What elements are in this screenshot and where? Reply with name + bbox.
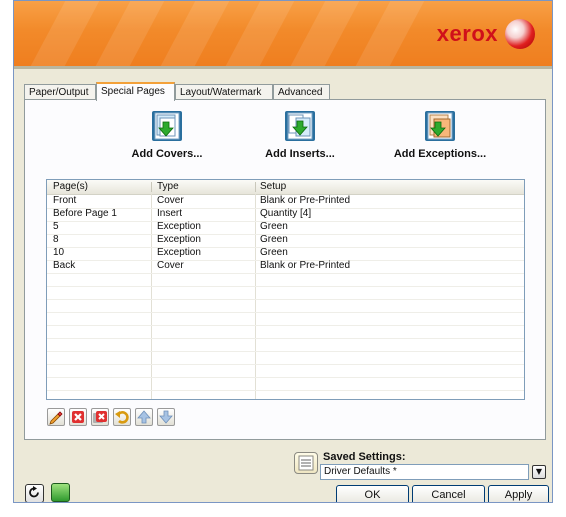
printer-status-button[interactable] xyxy=(51,483,70,502)
delete-icon xyxy=(72,411,84,423)
refresh-icon xyxy=(29,486,39,498)
empty-row xyxy=(47,286,524,300)
cell-setup: Quantity [4] xyxy=(260,208,312,219)
saved-settings-icon[interactable] xyxy=(294,452,318,474)
table-row[interactable]: 5 Exception Green xyxy=(47,221,524,235)
cell-pages: Front xyxy=(53,195,77,206)
add-covers-button[interactable]: Add Covers... xyxy=(122,110,212,160)
cell-type: Exception xyxy=(157,234,201,245)
add-covers-icon xyxy=(151,110,183,142)
add-exceptions-icon xyxy=(424,110,456,142)
cell-pages: 5 xyxy=(53,221,59,232)
table-row[interactable]: 8 Exception Green xyxy=(47,234,524,248)
cell-type: Cover xyxy=(157,260,184,271)
xerox-logo: xerox xyxy=(436,21,498,46)
cell-type: Exception xyxy=(157,221,201,232)
edit-icon xyxy=(49,411,63,425)
tab-advanced[interactable]: Advanced xyxy=(273,84,330,100)
table-header: Page(s) Type Setup xyxy=(47,180,524,195)
apply-button[interactable]: Apply xyxy=(488,485,549,502)
add-exceptions-label: Add Exceptions... xyxy=(393,148,487,160)
xerox-sphere-icon xyxy=(505,19,535,49)
ok-button[interactable]: OK xyxy=(336,485,409,502)
cell-pages: Back xyxy=(53,260,76,271)
empty-row xyxy=(47,312,524,326)
brand-banner: xerox xyxy=(14,1,552,66)
cell-type: Cover xyxy=(157,195,184,206)
move-down-icon xyxy=(159,410,173,424)
table-row[interactable]: 10 Exception Green xyxy=(47,247,524,261)
empty-row xyxy=(47,377,524,391)
table-row[interactable]: Before Page 1 Insert Quantity [4] xyxy=(47,208,524,222)
cell-type: Exception xyxy=(157,247,201,258)
add-inserts-icon xyxy=(284,110,316,142)
banner-divider xyxy=(14,66,552,69)
edit-button[interactable] xyxy=(47,408,65,426)
table-row[interactable]: Front Cover Blank or Pre-Printed xyxy=(47,195,524,209)
empty-row xyxy=(47,364,524,378)
delete-all-button[interactable] xyxy=(91,408,109,426)
empty-row xyxy=(47,273,524,287)
delete-button[interactable] xyxy=(69,408,87,426)
cell-setup: Blank or Pre-Printed xyxy=(260,195,351,206)
saved-settings-select[interactable]: Driver Defaults * xyxy=(320,464,529,480)
restore-defaults-button[interactable] xyxy=(25,484,44,502)
special-pages-table[interactable]: Page(s) Type Setup Front Cover Blank or … xyxy=(46,179,525,400)
tab-paper-output[interactable]: Paper/Output xyxy=(24,84,96,100)
table-row[interactable]: Back Cover Blank or Pre-Printed xyxy=(47,260,524,274)
cell-pages: 8 xyxy=(53,234,59,245)
move-up-icon xyxy=(137,410,151,424)
undo-button[interactable] xyxy=(113,408,131,426)
cell-pages: Before Page 1 xyxy=(53,208,117,219)
cancel-button[interactable]: Cancel xyxy=(412,485,485,502)
cell-setup: Blank or Pre-Printed xyxy=(260,260,351,271)
column-header-pages[interactable]: Page(s) xyxy=(53,181,88,192)
column-header-type[interactable]: Type xyxy=(157,181,179,192)
print-properties-dialog: xerox Paper/Output Special Pages Layout/… xyxy=(13,0,553,503)
add-exceptions-button[interactable]: Add Exceptions... xyxy=(385,110,495,160)
tab-layout-watermark[interactable]: Layout/Watermark xyxy=(175,84,273,100)
empty-row xyxy=(47,325,524,339)
cell-setup: Green xyxy=(260,247,288,258)
add-covers-label: Add Covers... xyxy=(131,148,203,160)
tab-special-pages[interactable]: Special Pages xyxy=(96,82,175,101)
chevron-down-icon[interactable]: ▼ xyxy=(532,465,546,479)
undo-icon xyxy=(115,411,129,424)
cell-setup: Green xyxy=(260,234,288,245)
cell-setup: Green xyxy=(260,221,288,232)
special-pages-panel: Add Covers... Add Inserts... Add Excepti… xyxy=(24,99,546,440)
empty-row xyxy=(47,351,524,365)
delete-all-icon xyxy=(93,411,107,423)
add-inserts-label: Add Inserts... xyxy=(265,148,335,160)
move-up-button[interactable] xyxy=(135,408,153,426)
add-inserts-button[interactable]: Add Inserts... xyxy=(255,110,345,160)
saved-settings-label: Saved Settings: xyxy=(323,451,406,463)
column-header-setup[interactable]: Setup xyxy=(260,181,286,192)
cell-type: Insert xyxy=(157,208,183,219)
empty-row xyxy=(47,338,524,352)
cell-pages: 10 xyxy=(53,247,65,258)
empty-row xyxy=(47,299,524,313)
move-down-button[interactable] xyxy=(157,408,175,426)
